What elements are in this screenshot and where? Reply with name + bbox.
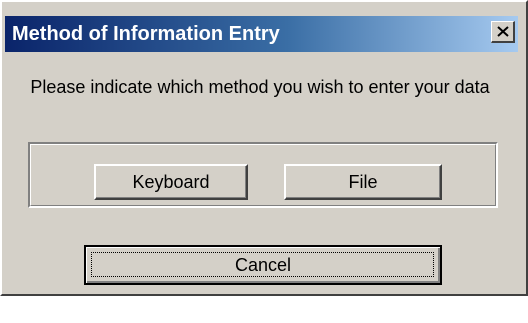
keyboard-button[interactable]: Keyboard bbox=[94, 164, 248, 200]
title-bar[interactable]: Method of Information Entry bbox=[5, 16, 518, 52]
close-icon bbox=[496, 26, 509, 37]
instruction-text: Please indicate which method you wish to… bbox=[30, 77, 490, 97]
close-button[interactable] bbox=[491, 21, 515, 43]
keyboard-button-label: Keyboard bbox=[132, 171, 210, 192]
cancel-button-label: Cancel bbox=[234, 254, 292, 275]
dialog-title: Method of Information Entry bbox=[12, 23, 280, 45]
file-button[interactable]: File bbox=[284, 164, 442, 200]
file-button-label: File bbox=[348, 171, 378, 192]
cancel-button[interactable]: Cancel bbox=[84, 245, 442, 285]
